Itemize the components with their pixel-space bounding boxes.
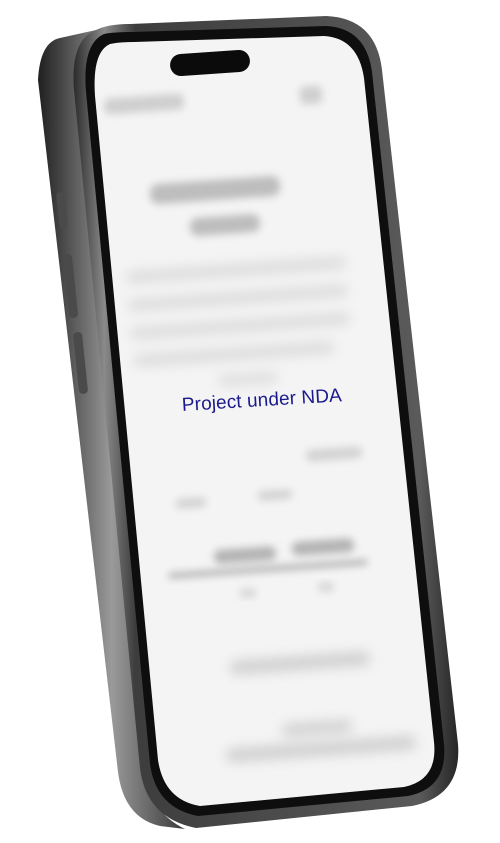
mockup-stage: Project under NDA — [0, 0, 500, 843]
phone-mockup — [38, 16, 459, 829]
